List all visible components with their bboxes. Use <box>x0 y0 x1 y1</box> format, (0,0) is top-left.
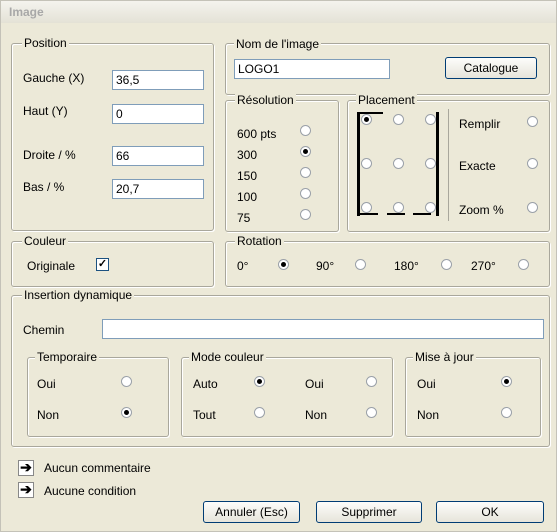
resolution-label-150: 150 <box>237 169 258 183</box>
couleur-legend: Couleur <box>22 234 69 248</box>
placement-radio-top-left[interactable] <box>361 114 372 125</box>
haut-label: Haut (Y) <box>23 104 68 118</box>
position-legend: Position <box>22 36 69 50</box>
mode-couleur-legend: Mode couleur <box>189 350 266 364</box>
remplir-label: Remplir <box>459 117 501 131</box>
exacte-label: Exacte <box>459 159 496 173</box>
rotation-radio-90[interactable] <box>355 259 366 270</box>
exacte-radio[interactable] <box>527 158 538 169</box>
placement-frame-top <box>357 112 383 114</box>
placement-radio-bottom-left[interactable] <box>361 202 372 213</box>
catalogue-button[interactable]: Catalogue <box>445 57 537 79</box>
mode-couleur-radio-tout[interactable] <box>254 407 265 418</box>
bas-label: Bas / % <box>23 180 65 194</box>
resolution-radio-600[interactable] <box>300 125 311 136</box>
rotation-legend: Rotation <box>235 234 284 248</box>
placement-legend: Placement <box>356 93 417 107</box>
placement-radio-top-center[interactable] <box>393 114 404 125</box>
mise-a-jour-legend: Mise à jour <box>413 350 476 364</box>
resolution-legend: Résolution <box>235 93 296 107</box>
temporaire-radio-oui[interactable] <box>121 376 132 387</box>
temporaire-legend: Temporaire <box>35 350 100 364</box>
nom-input[interactable]: LOGO1 <box>234 59 390 79</box>
rotation-radio-180[interactable] <box>441 259 452 270</box>
resolution-radio-300[interactable] <box>300 146 311 157</box>
condition-label: Aucune condition <box>44 484 137 498</box>
temporaire-radio-non[interactable] <box>121 407 132 418</box>
placement-radio-middle-center[interactable] <box>393 158 404 169</box>
resolution-label-300: 300 <box>237 148 258 162</box>
resolution-radio-75[interactable] <box>300 209 311 220</box>
image-dialog: Image Position Gauche (X) 36,5 Haut (Y) … <box>0 0 557 532</box>
title-bar: Image <box>1 1 556 23</box>
commentaire-arrow-icon[interactable]: ➔ <box>18 460 34 476</box>
mode-couleur-label-oui: Oui <box>305 377 324 391</box>
annuler-button[interactable]: Annuler (Esc) <box>203 501 300 523</box>
mode-couleur-radio-non[interactable] <box>366 407 377 418</box>
rotation-radio-0[interactable] <box>278 259 289 270</box>
mise-a-jour-label-oui: Oui <box>417 377 436 391</box>
haut-input[interactable]: 0 <box>112 104 204 124</box>
gauche-input[interactable]: 36,5 <box>112 70 204 90</box>
mode-couleur-group <box>181 357 393 437</box>
rotation-label-90: 90° <box>316 259 335 273</box>
originale-label: Originale <box>27 259 76 273</box>
zoom-radio[interactable] <box>527 202 538 213</box>
temporaire-label-non: Non <box>37 408 60 422</box>
resolution-label-600: 600 pts <box>237 127 277 141</box>
resolution-label-100: 100 <box>237 190 258 204</box>
temporaire-label-oui: Oui <box>37 377 56 391</box>
insertion-legend: Insertion dynamique <box>22 288 135 302</box>
mode-couleur-label-auto: Auto <box>193 377 218 391</box>
placement-radio-top-right[interactable] <box>425 114 436 125</box>
resolution-radio-100[interactable] <box>300 188 311 199</box>
mode-couleur-label-non: Non <box>305 408 328 422</box>
chemin-input[interactable] <box>102 319 544 339</box>
commentaire-label: Aucun commentaire <box>44 461 151 475</box>
rotation-radio-270[interactable] <box>518 259 529 270</box>
ok-button[interactable]: OK <box>436 501 544 523</box>
zoom-label: Zoom % <box>459 203 504 217</box>
bas-input[interactable]: 20,7 <box>112 179 204 199</box>
placement-frame-bottom-right <box>413 213 431 215</box>
placement-frame-bottom-mid <box>387 213 405 215</box>
placement-radio-middle-right[interactable] <box>425 158 436 169</box>
placement-radio-bottom-right[interactable] <box>425 202 436 213</box>
resolution-radio-150[interactable] <box>300 167 311 178</box>
droite-label: Droite / % <box>23 148 76 162</box>
gauche-label: Gauche (X) <box>23 71 85 85</box>
placement-frame-bottom-left <box>360 213 378 215</box>
placement-radio-bottom-center[interactable] <box>393 202 404 213</box>
nom-legend: Nom de l'image <box>234 37 321 51</box>
resolution-label-75: 75 <box>237 211 251 225</box>
temporaire-group <box>27 357 169 437</box>
mode-couleur-radio-auto[interactable] <box>254 376 265 387</box>
remplir-radio[interactable] <box>527 116 538 127</box>
window-title: Image <box>9 5 44 19</box>
mise-a-jour-label-non: Non <box>417 408 440 422</box>
droite-input[interactable]: 66 <box>112 146 204 166</box>
placement-radio-middle-left[interactable] <box>361 158 372 169</box>
originale-checkbox[interactable]: ✓ <box>96 258 109 271</box>
rotation-label-180: 180° <box>394 259 419 273</box>
rotation-label-0: 0° <box>237 259 249 273</box>
mode-couleur-radio-oui[interactable] <box>366 376 377 387</box>
chemin-label: Chemin <box>23 323 65 337</box>
mise-a-jour-radio-oui[interactable] <box>501 376 512 387</box>
placement-divider <box>448 109 449 221</box>
rotation-label-270: 270° <box>471 259 496 273</box>
supprimer-button[interactable]: Supprimer <box>316 501 422 523</box>
mode-couleur-label-tout: Tout <box>193 408 216 422</box>
mise-a-jour-radio-non[interactable] <box>501 407 512 418</box>
condition-arrow-icon[interactable]: ➔ <box>18 482 34 498</box>
mise-a-jour-group <box>405 357 541 437</box>
